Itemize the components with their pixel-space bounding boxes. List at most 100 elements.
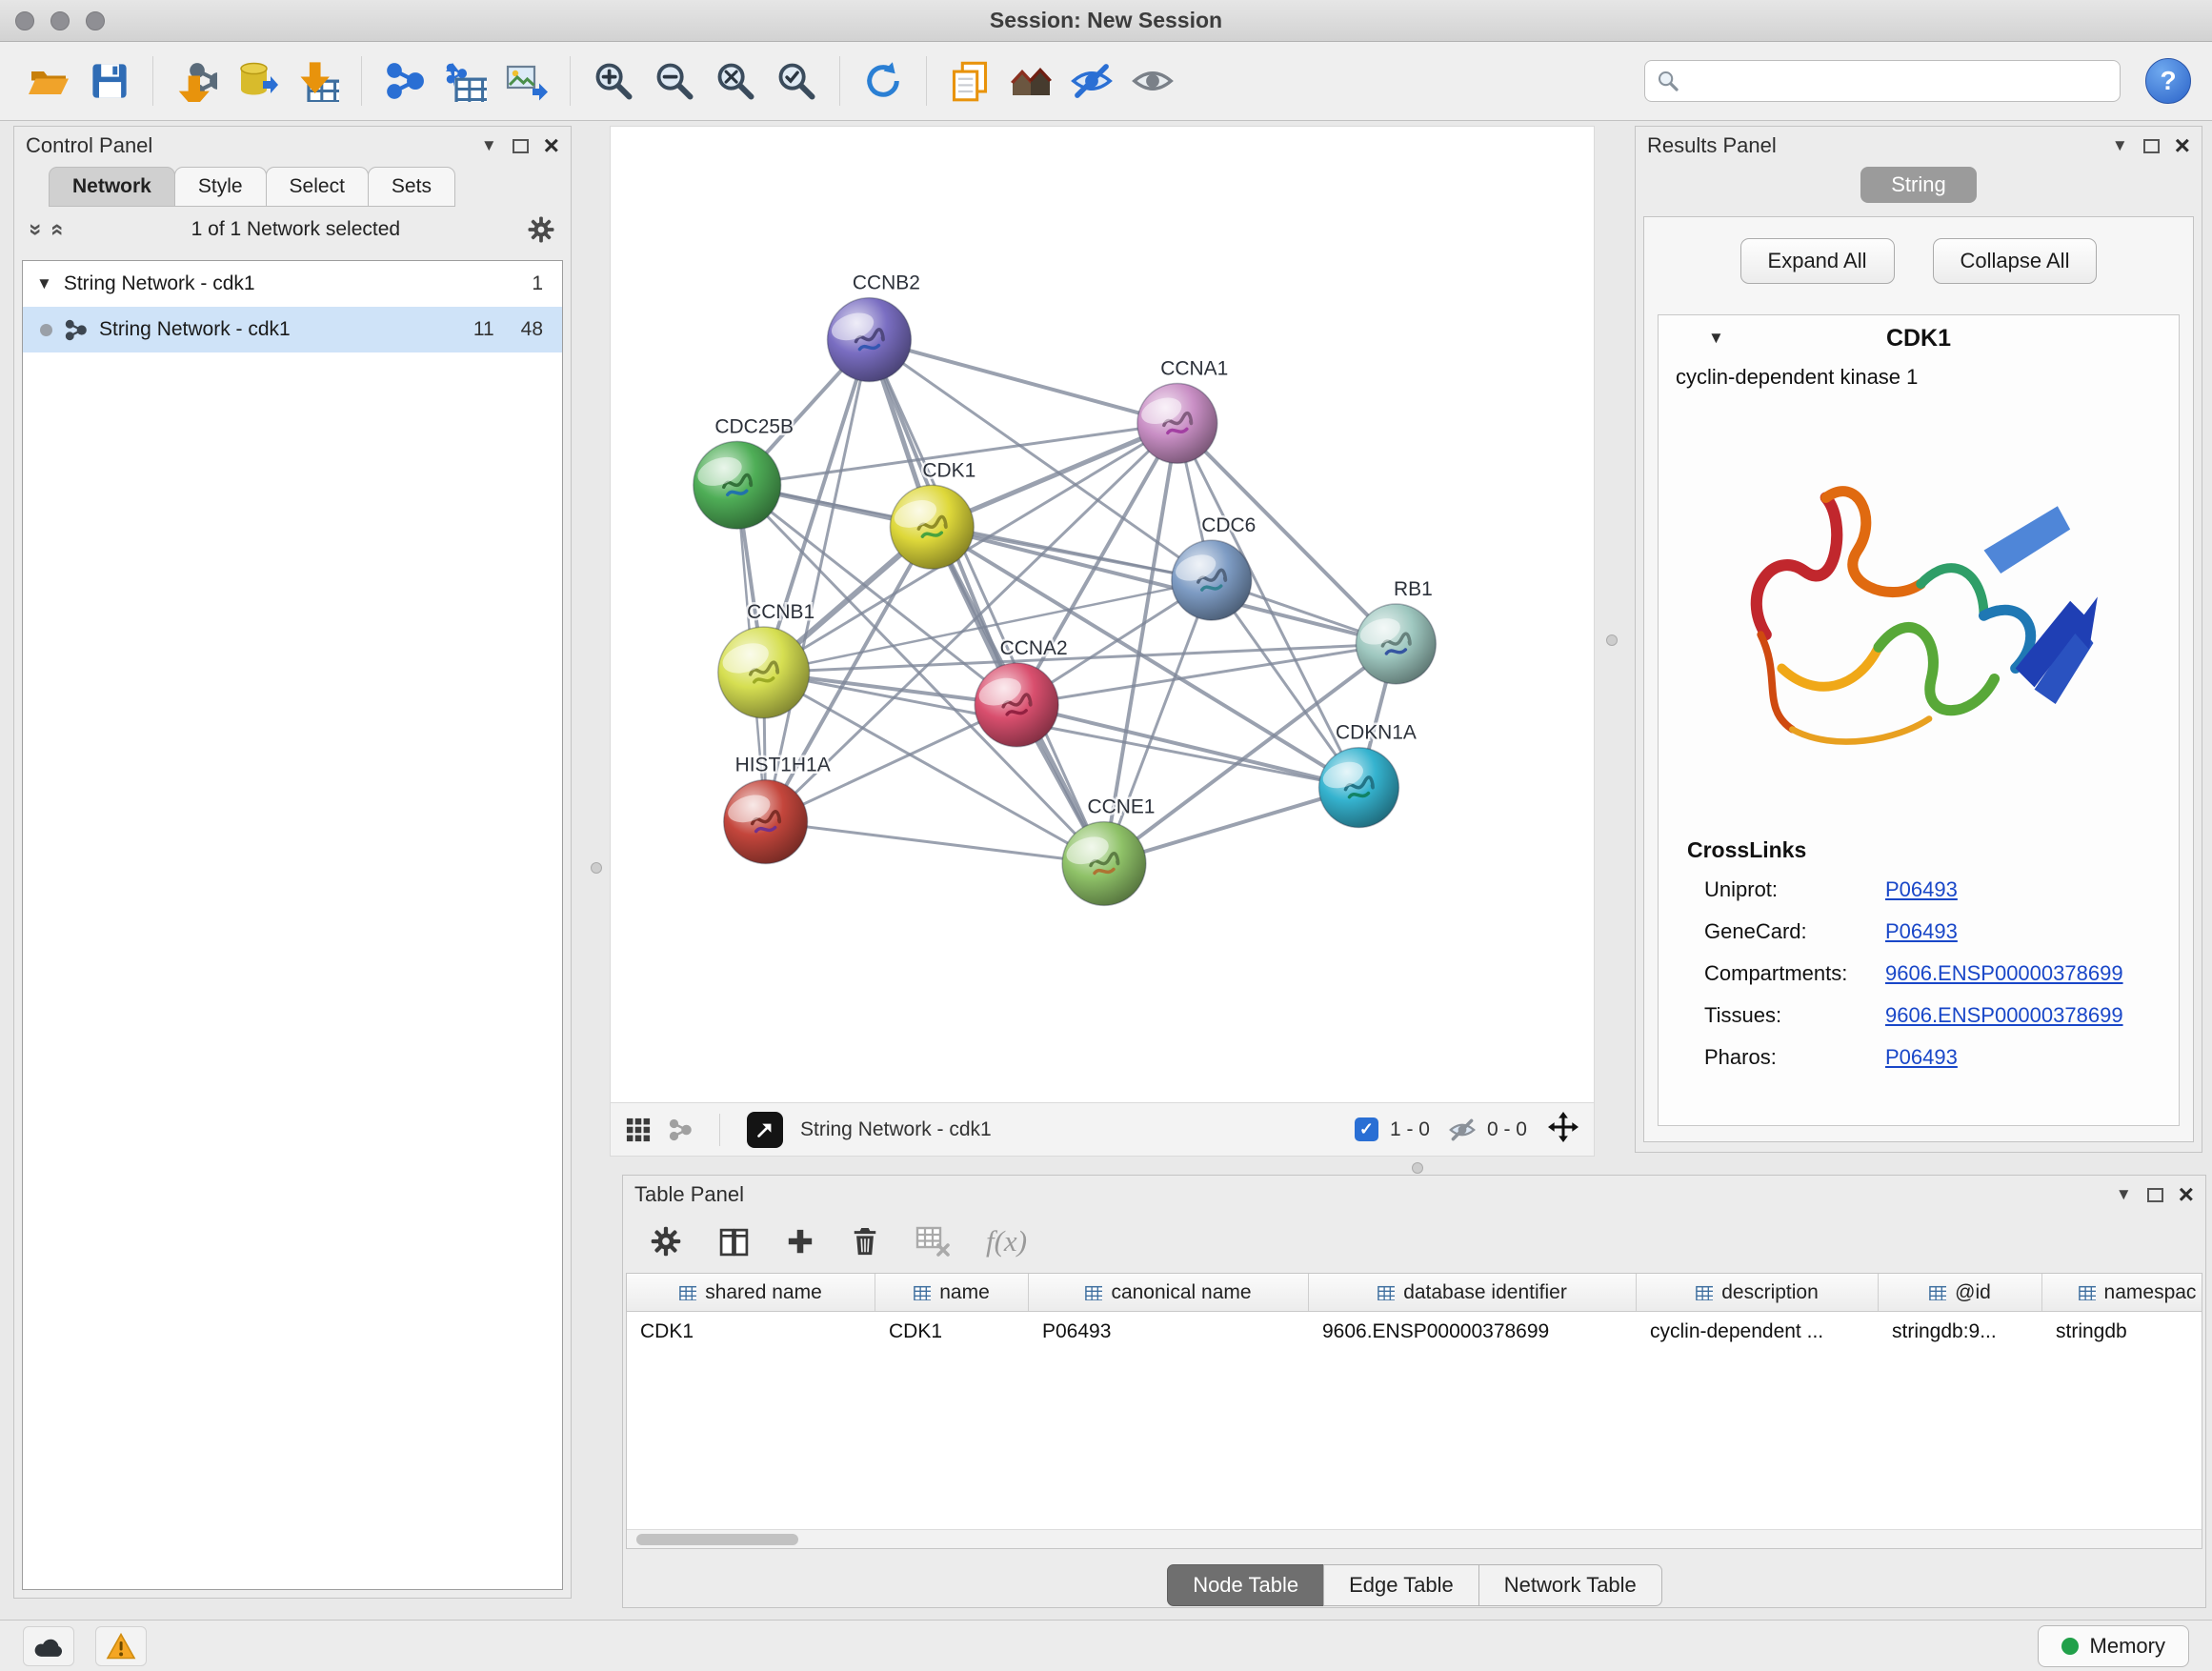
panel-float-button[interactable] (2147, 1188, 2163, 1202)
zoom-in-button[interactable] (586, 51, 641, 111)
tab-style[interactable]: Style (174, 167, 267, 207)
close-window-button[interactable] (15, 11, 34, 30)
network-collection-row[interactable]: ▼ String Network - cdk1 1 (23, 261, 562, 307)
crosslink-link[interactable]: P06493 (1885, 1045, 1958, 1070)
crosslink-link[interactable]: 9606.ENSP00000378699 (1885, 961, 2123, 986)
splitter-handle[interactable] (1606, 634, 1618, 646)
open-in-new-button[interactable] (747, 1112, 783, 1148)
network-edge[interactable] (766, 340, 870, 822)
table-cell[interactable]: CDK1 (875, 1312, 1029, 1352)
help-button[interactable]: ? (2145, 58, 2191, 104)
column-header-canonical-name[interactable]: canonical name (1029, 1274, 1309, 1311)
network-node-ccna2[interactable]: CCNA2 (975, 637, 1067, 747)
column-header-description[interactable]: description (1637, 1274, 1879, 1311)
panel-close-button[interactable]: × (2175, 132, 2190, 159)
zoom-selected-button[interactable] (769, 51, 824, 111)
network-node-cdk1[interactable]: CDK1 (890, 459, 975, 569)
panel-menu-arrow-icon[interactable]: ▼ (2112, 136, 2128, 155)
network-canvas[interactable]: CCNB2CCNA1CDC25BCDK1CDC6RB1CCNB1CCNA2CDK… (610, 126, 1595, 1103)
table-settings-gear-icon[interactable] (650, 1225, 682, 1258)
network-edge[interactable] (869, 340, 1104, 864)
horizontal-scrollbar[interactable] (627, 1529, 2202, 1548)
network-node-cdc6[interactable]: CDC6 (1172, 514, 1256, 620)
show-columns-icon[interactable] (718, 1226, 750, 1258)
scrollbar-thumb[interactable] (636, 1534, 798, 1545)
network-node-hist1h1a[interactable]: HIST1H1A (724, 755, 831, 864)
delete-column-icon[interactable] (851, 1226, 879, 1257)
new-network-button[interactable] (377, 51, 432, 111)
panel-float-button[interactable] (2143, 139, 2160, 153)
tab-node-table[interactable]: Node Table (1167, 1564, 1324, 1606)
crosslink-link[interactable]: 9606.ENSP00000378699 (1885, 1003, 2123, 1028)
crosshair-icon[interactable] (1548, 1112, 1579, 1148)
cloud-status-button[interactable] (23, 1626, 74, 1666)
open-session-button[interactable] (21, 51, 76, 111)
collapse-icon[interactable]: ▼ (36, 274, 52, 293)
panel-float-button[interactable] (513, 139, 529, 153)
import-network-from-file-button[interactable] (169, 51, 224, 111)
column-header-shared-name[interactable]: shared name (627, 1274, 875, 1311)
tab-string[interactable]: String (1860, 167, 1976, 203)
panel-menu-arrow-icon[interactable]: ▼ (481, 136, 497, 155)
network-node-ccna1[interactable]: CCNA1 (1137, 357, 1228, 463)
warnings-button[interactable] (95, 1626, 147, 1666)
table-cell[interactable]: 9606.ENSP00000378699 (1309, 1312, 1637, 1352)
apply-layout-button[interactable] (855, 51, 911, 111)
table-row[interactable]: CDK1CDK1P064939606.ENSP00000378699cyclin… (627, 1312, 2202, 1352)
network-edge[interactable] (869, 340, 1176, 424)
tab-select[interactable]: Select (266, 167, 369, 207)
minimize-window-button[interactable] (50, 11, 70, 30)
expand-all-button[interactable]: Expand All (1740, 238, 1895, 284)
splitter-handle[interactable] (1412, 1162, 1423, 1174)
network-node-rb1[interactable]: RB1 (1356, 578, 1436, 684)
table-cell[interactable]: CDK1 (627, 1312, 875, 1352)
column-header--id[interactable]: @id (1879, 1274, 2042, 1311)
search-input[interactable] (1689, 70, 2108, 92)
network-edge[interactable] (766, 822, 1104, 864)
network-row-selected[interactable]: String Network - cdk1 11 48 (23, 307, 562, 352)
delete-table-icon[interactable] (915, 1226, 950, 1257)
collapse-all-icon[interactable]: » (25, 223, 48, 235)
search-box[interactable] (1644, 60, 2121, 102)
column-header-name[interactable]: name (875, 1274, 1029, 1311)
zoom-out-button[interactable] (647, 51, 702, 111)
collapse-all-button[interactable]: Collapse All (1933, 238, 2098, 284)
show-details-button[interactable] (1125, 51, 1180, 111)
tab-edge-table[interactable]: Edge Table (1323, 1564, 1479, 1606)
grid-view-icon[interactable] (626, 1117, 651, 1142)
panel-close-button[interactable]: × (2179, 1181, 2194, 1208)
network-graph[interactable]: CCNB2CCNA1CDC25BCDK1CDC6RB1CCNB1CCNA2CDK… (611, 127, 1594, 1102)
hidden-eye-icon[interactable] (1449, 1117, 1476, 1143)
crosslink-link[interactable]: P06493 (1885, 919, 1958, 944)
zoom-window-button[interactable] (86, 11, 105, 30)
table-cell[interactable]: P06493 (1029, 1312, 1309, 1352)
memory-button[interactable]: Memory (2038, 1625, 2189, 1667)
column-header-namespac[interactable]: namespac (2042, 1274, 2202, 1311)
network-node-ccnb1[interactable]: CCNB1 (718, 601, 814, 718)
tab-network-table[interactable]: Network Table (1478, 1564, 1662, 1606)
column-header-database-identifier[interactable]: database identifier (1309, 1274, 1637, 1311)
hide-details-button[interactable] (1064, 51, 1119, 111)
zoom-fit-button[interactable] (708, 51, 763, 111)
table-cell[interactable]: stringdb:9... (1879, 1312, 2042, 1352)
new-network-from-table-button[interactable] (438, 51, 493, 111)
copy-document-button[interactable] (942, 51, 997, 111)
network-node-cdc25b[interactable]: CDC25B (694, 415, 794, 529)
panel-close-button[interactable]: × (544, 132, 559, 159)
table-cell[interactable]: cyclin-dependent ... (1637, 1312, 1879, 1352)
birds-eye-icon[interactable] (668, 1117, 693, 1142)
import-table-from-file-button[interactable] (291, 51, 346, 111)
gear-icon[interactable] (527, 215, 555, 244)
panel-menu-arrow-icon[interactable]: ▼ (2116, 1185, 2132, 1204)
expand-all-icon[interactable]: « (47, 223, 70, 235)
save-session-button[interactable] (82, 51, 137, 111)
tab-network[interactable]: Network (49, 167, 175, 207)
crosslink-link[interactable]: P06493 (1885, 877, 1958, 902)
window-controls[interactable] (15, 11, 105, 30)
table-cell[interactable]: stringdb (2042, 1312, 2202, 1352)
first-neighbors-button[interactable] (1003, 51, 1058, 111)
add-column-icon[interactable] (786, 1227, 814, 1256)
tab-sets[interactable]: Sets (368, 167, 455, 207)
export-image-button[interactable] (499, 51, 554, 111)
import-network-from-database-button[interactable] (230, 51, 285, 111)
